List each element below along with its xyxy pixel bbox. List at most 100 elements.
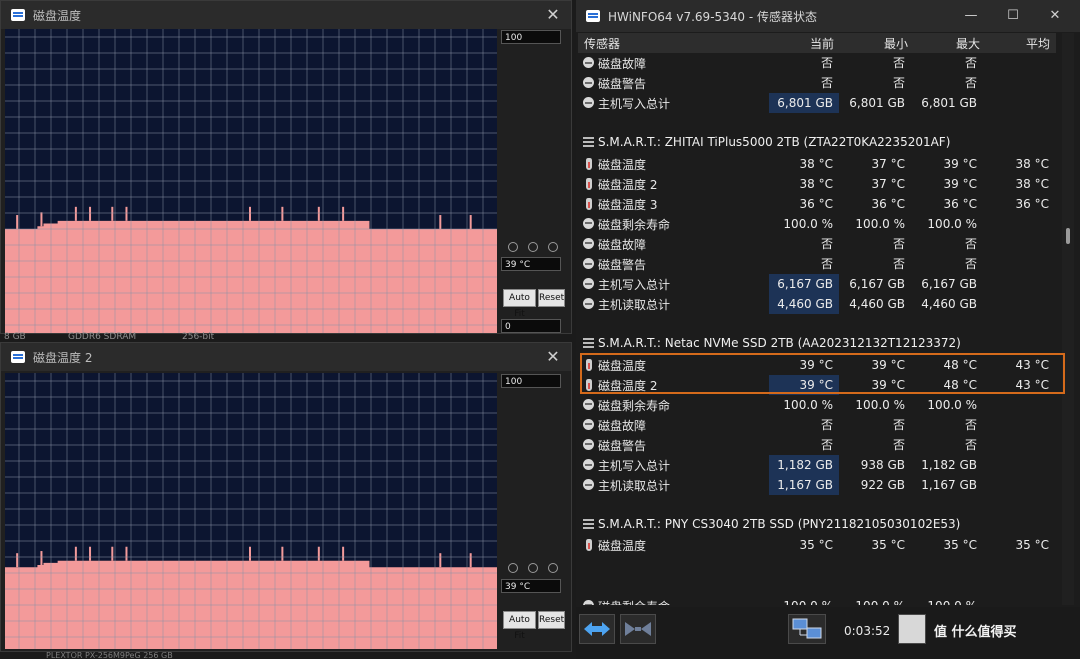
value-avg: [985, 294, 1055, 314]
header-sensor[interactable]: 传感器: [584, 35, 620, 52]
value-min: 否: [892, 56, 905, 70]
value-min: 100.0 %: [855, 397, 905, 412]
status-circle-icon: [583, 278, 594, 290]
sensor-row[interactable]: 磁盘温度 3 36 °C 36 °C 36 °C 36 °C: [578, 194, 1056, 214]
value-min: 6,801 GB: [849, 96, 905, 111]
graph1-radio-3[interactable]: [548, 242, 558, 252]
graph1-radio-1[interactable]: [508, 242, 518, 252]
group-label: S.M.A.R.T.: PNY CS3040 2TB SSD (PNY21182…: [598, 517, 961, 532]
sensor-row[interactable]: 磁盘警告 否 否 否: [578, 435, 1056, 455]
value-min: 938 GB: [860, 458, 905, 472]
value-max: 36 °C: [943, 196, 977, 211]
graph1-radio-2[interactable]: [528, 242, 538, 252]
graph1-reset-button[interactable]: Reset: [538, 289, 565, 307]
status-circle-icon: [583, 298, 594, 310]
value-current: 否: [820, 56, 833, 70]
status-circle-icon: [583, 97, 594, 109]
header-current[interactable]: 当前: [810, 35, 834, 52]
value-min: 100.0 %: [841, 596, 911, 605]
sensor-row[interactable]: 主机写入总计 6,167 GB 6,167 GB 6,167 GB: [578, 274, 1056, 295]
sensor-label: 主机写入总计: [598, 97, 671, 112]
sensor-scrollbar[interactable]: [1062, 33, 1074, 605]
expand-arrows-icon: [584, 622, 610, 636]
hwinfo-title: HWiNFO64 v7.69-5340 - 传感器状态: [608, 9, 818, 24]
value-current: 100.0 %: [769, 596, 839, 605]
sensor-label: 磁盘剩余寿命: [598, 398, 671, 413]
value-min: 922 GB: [860, 478, 905, 493]
sensor-row[interactable]: 磁盘故障 否 否 否: [578, 415, 1056, 435]
close-icon[interactable]: ✕: [1044, 6, 1066, 26]
sensor-group-row[interactable]: S.M.A.R.T.: ZHITAI TiPlus5000 2TB (ZTA22…: [578, 133, 1056, 153]
sensor-row[interactable]: 磁盘温度 38 °C 37 °C 39 °C 38 °C: [578, 154, 1056, 174]
sensor-row[interactable]: 磁盘警告 否 否 否: [578, 73, 1056, 93]
sensor-row[interactable]: 主机读取总计 1,167 GB 922 GB 1,167 GB: [578, 475, 1056, 496]
header-avg[interactable]: 平均: [1026, 35, 1050, 52]
minimize-icon[interactable]: —: [960, 6, 982, 26]
header-max[interactable]: 最大: [956, 35, 980, 52]
group-label: S.M.A.R.T.: Netac NVMe SSD 2TB (AA202312…: [598, 336, 961, 351]
status-circle-icon: [583, 258, 594, 269]
graph2-reset-button[interactable]: Reset: [538, 611, 565, 629]
sensor-row[interactable]: 主机读取总计 4,460 GB 4,460 GB 4,460 GB: [578, 294, 1056, 315]
value-avg: [985, 254, 1055, 274]
graph1-titlebar[interactable]: 磁盘温度 ✕: [1, 1, 571, 29]
graph2-plot: [5, 373, 497, 649]
sensor-row[interactable]: 磁盘剩余寿命100.0 %100.0 %100.0 %: [578, 596, 1056, 605]
value-min: 35 °C: [871, 538, 905, 553]
graph2-titlebar[interactable]: 磁盘温度 2 ✕: [1, 343, 571, 371]
header-min[interactable]: 最小: [884, 35, 908, 52]
value-current: 39 °C: [769, 374, 839, 395]
sensor-label: 磁盘故障: [598, 237, 647, 252]
sensor-label: 磁盘故障: [598, 57, 647, 71]
sensor-row[interactable]: 主机写入总计 6,801 GB 6,801 GB 6,801 GB: [578, 93, 1056, 114]
sensor-row[interactable]: 磁盘温度 35 °C 35 °C 35 °C 35 °C: [578, 535, 1056, 555]
drive-group-icon: [583, 137, 594, 148]
clock-button[interactable]: [898, 614, 926, 644]
graph2-radio-1[interactable]: [508, 563, 518, 573]
value-current: 否: [820, 236, 833, 251]
collapse-arrows-button[interactable]: [620, 614, 656, 644]
value-min: 否: [892, 76, 905, 91]
sensor-group-row[interactable]: S.M.A.R.T.: PNY CS3040 2TB SSD (PNY21182…: [578, 515, 1056, 535]
behind-mem-type: GDDR6 SDRAM: [68, 332, 137, 342]
sensor-label: 主机读取总计: [598, 479, 671, 494]
value-max: 1,167 GB: [921, 478, 977, 493]
hwinfo-footer: 0:03:52 值 什么值得买: [576, 607, 1080, 659]
sensor-table-header: 传感器 当前 最小 最大 平均: [578, 33, 1056, 53]
sensor-row[interactable]: 磁盘警告 否 否 否: [578, 254, 1056, 274]
sensor-row[interactable]: 磁盘温度 2 39 °C 39 °C 48 °C 43 °C: [578, 374, 1056, 395]
close-icon[interactable]: ✕: [543, 347, 563, 367]
value-current: 1,182 GB: [769, 455, 839, 475]
value-avg: [985, 53, 1055, 73]
thermometer-icon: [586, 539, 592, 552]
hwinfo-titlebar[interactable]: HWiNFO64 v7.69-5340 - 传感器状态 — ☐ ✕: [576, 0, 1080, 32]
sensor-row[interactable]: 磁盘剩余寿命100.0 %100.0 %100.0 %: [578, 214, 1056, 234]
value-max: 否: [964, 417, 977, 432]
sensor-row[interactable]: 磁盘温度 39 °C 39 °C 48 °C 43 °C: [578, 355, 1056, 375]
expand-arrows-button[interactable]: [579, 614, 615, 644]
graph1-autofit-button[interactable]: Auto Fit: [503, 289, 536, 319]
close-icon[interactable]: ✕: [543, 5, 563, 25]
graph1-max-label: 100: [501, 30, 561, 44]
sensor-row[interactable]: 磁盘故障 否 否 否: [578, 53, 1056, 73]
graph1-svg: [5, 29, 497, 333]
network-button[interactable]: [788, 614, 826, 644]
graph2-autofit-button[interactable]: Auto Fit: [503, 611, 536, 641]
sensor-group-row[interactable]: S.M.A.R.T.: Netac NVMe SSD 2TB (AA202312…: [578, 334, 1056, 354]
graph2-side-panel: 100 39 °C Auto Fit Reset: [499, 373, 567, 649]
value-current: 1,167 GB: [769, 475, 839, 496]
sensor-row[interactable]: 磁盘剩余寿命100.0 %100.0 %100.0 %: [578, 395, 1056, 415]
value-avg: [985, 274, 1055, 294]
value-max: 6,167 GB: [921, 277, 977, 292]
spacer-row: [578, 113, 1056, 133]
spacer-row: [578, 576, 1056, 596]
graph2-radio-3[interactable]: [548, 563, 558, 573]
value-avg: [985, 435, 1055, 455]
maximize-icon[interactable]: ☐: [1002, 6, 1024, 26]
sensor-row[interactable]: 主机写入总计 1,182 GB 938 GB 1,182 GB: [578, 455, 1056, 475]
sensor-row[interactable]: 磁盘故障 否 否 否: [578, 234, 1056, 254]
value-avg: 43 °C: [1015, 377, 1049, 392]
sensor-row[interactable]: 磁盘温度 2 38 °C 37 °C 39 °C 38 °C: [578, 174, 1056, 194]
graph2-radio-2[interactable]: [528, 563, 538, 573]
scrollbar-thumb[interactable]: [1066, 228, 1070, 244]
